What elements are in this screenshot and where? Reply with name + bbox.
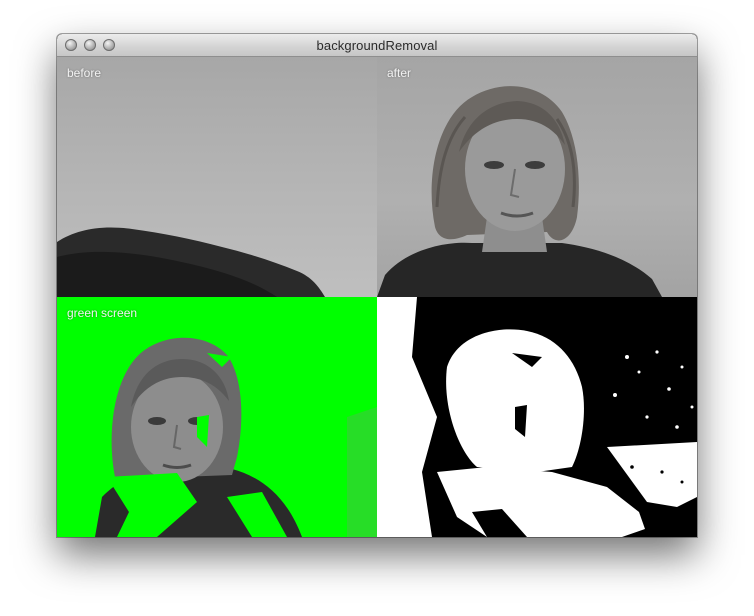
green-screen-panel: green screen	[57, 297, 377, 537]
before-panel: before	[57, 57, 377, 297]
green-screen-label: green screen	[67, 306, 138, 320]
after-panel: after	[377, 57, 697, 297]
green-screen-image	[77, 297, 377, 537]
video-grid: before after green screen	[57, 57, 697, 537]
mask-panel	[377, 297, 697, 537]
title-bar[interactable]: backgroundRemoval	[57, 34, 697, 57]
after-label: after	[387, 66, 412, 80]
after-image	[377, 86, 662, 297]
mask-image	[377, 297, 697, 537]
before-label: before	[67, 66, 102, 80]
window-title: backgroundRemoval	[316, 38, 438, 53]
before-image	[57, 227, 325, 297]
app-window: backgroundRemoval before after green scr…	[57, 34, 697, 537]
